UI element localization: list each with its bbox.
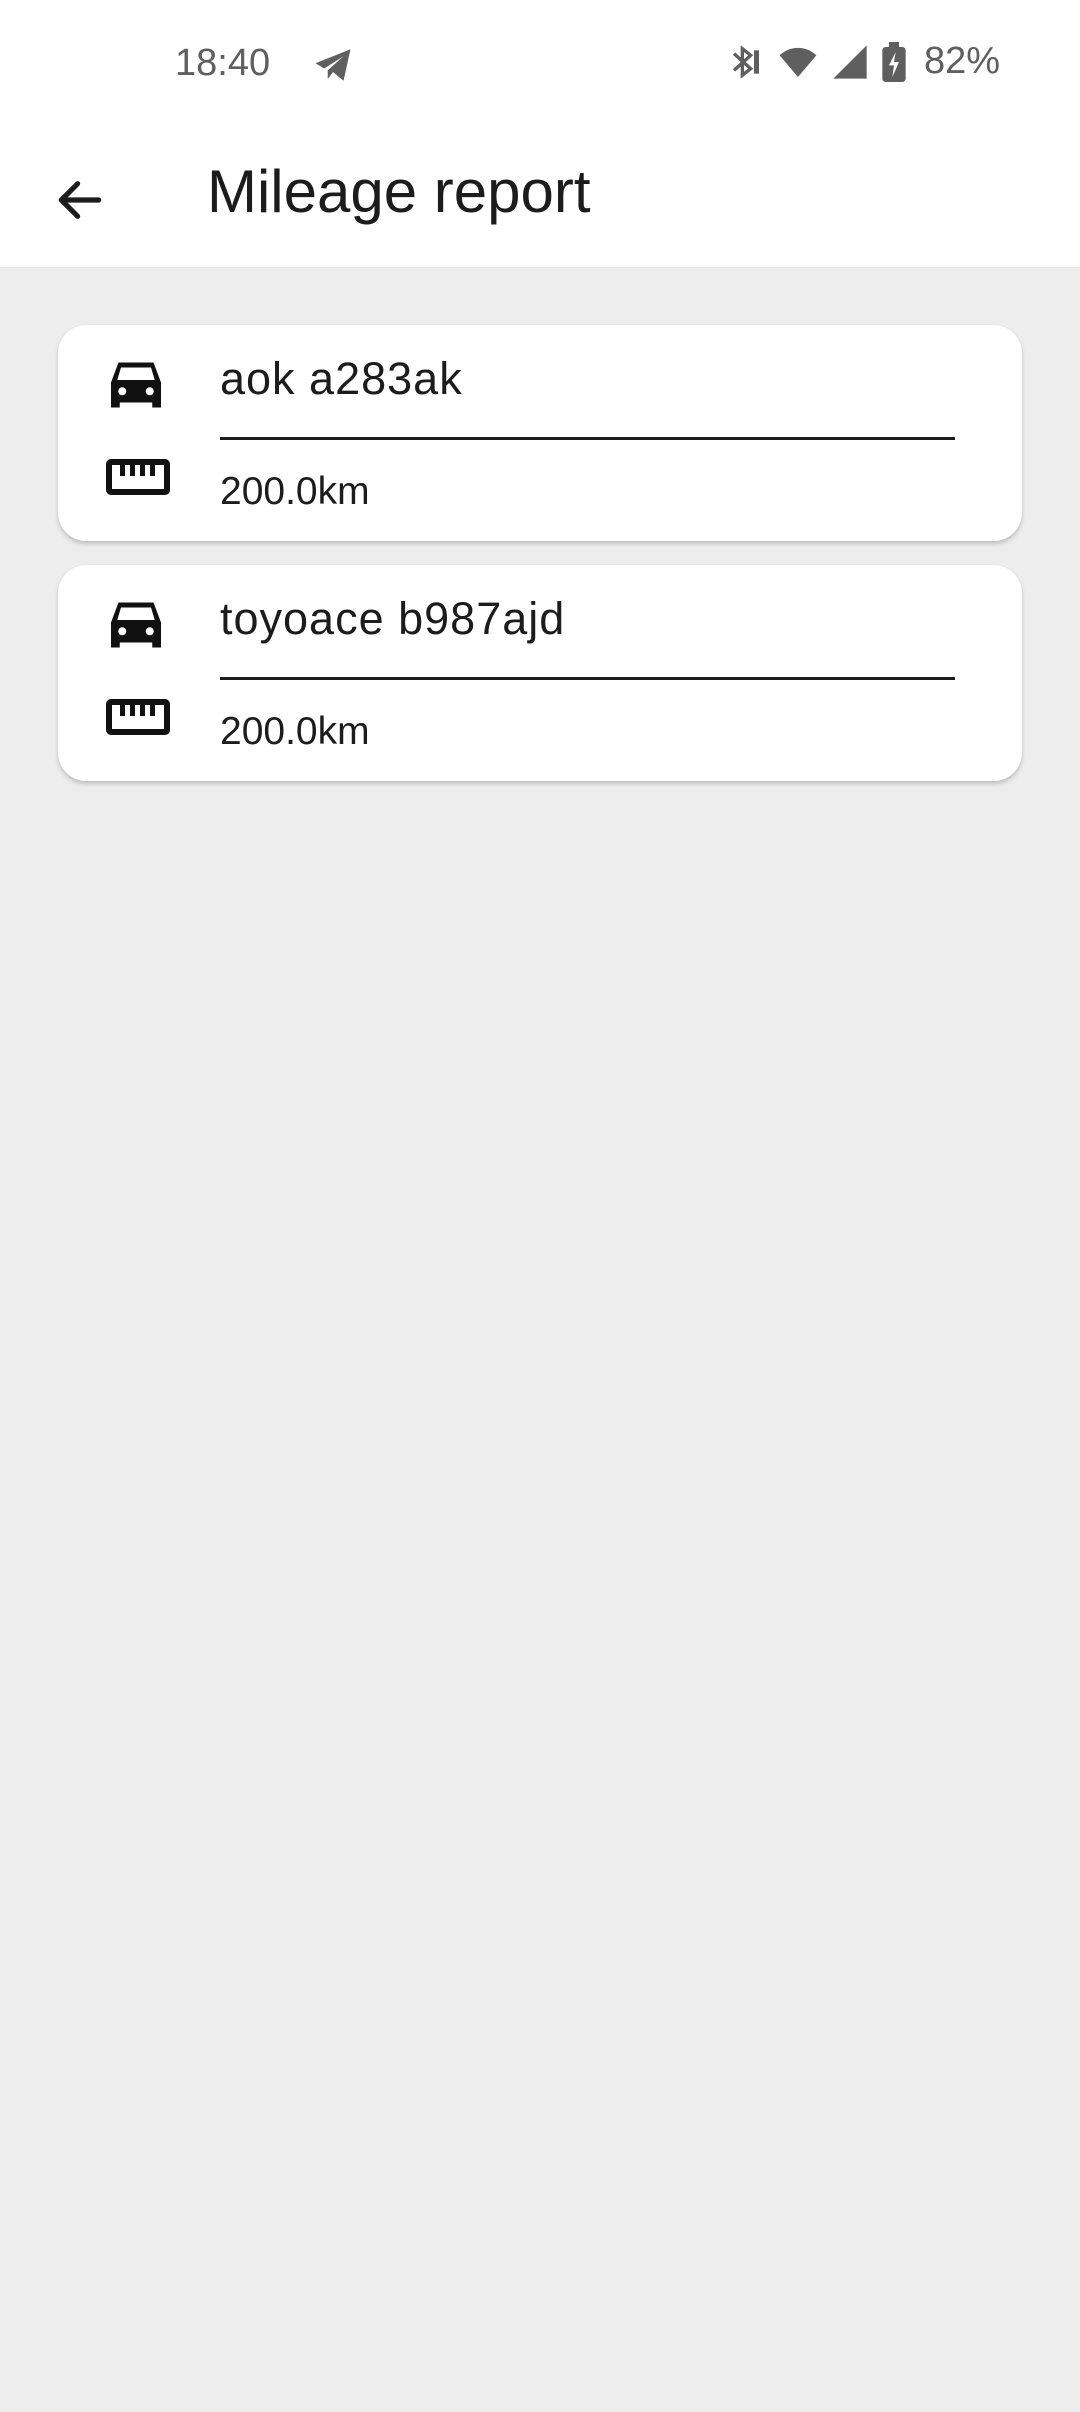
vehicle-card[interactable]: toyoace b987ajd 200.0km [58,565,1022,781]
app-bar: Mileage report [0,130,1080,267]
back-button[interactable] [40,160,120,240]
car-icon [111,602,161,648]
battery-charging-icon [882,41,906,82]
signal-icon [833,44,867,79]
wifi-icon [779,47,817,77]
mileage-value: 200.0km [220,710,370,753]
vehicle-card[interactable]: aok a283ak 200.0km [58,325,1022,541]
status-bar: 18:40 82% [0,0,1080,130]
status-icons: 82% [722,40,1000,83]
mileage-value: 200.0km [220,470,370,513]
vehicle-name: toyoace b987ajd [220,593,566,644]
divider [220,437,955,440]
car-icon [111,362,161,408]
battery-percentage: 82% [923,40,1000,82]
vehicle-name: aok a283ak [220,353,463,404]
arrow-back-icon [58,181,102,219]
page-title: Mileage report [207,158,591,225]
ruler-icon [106,459,170,495]
ruler-icon [106,699,170,735]
status-time: 18:40 [175,42,271,84]
divider [220,677,955,680]
vehicle-list: aok a283ak 200.0km toyoace b987ajd 200.0… [58,325,1022,805]
bluetooth-icon [732,44,759,79]
telegram-icon [315,49,351,81]
